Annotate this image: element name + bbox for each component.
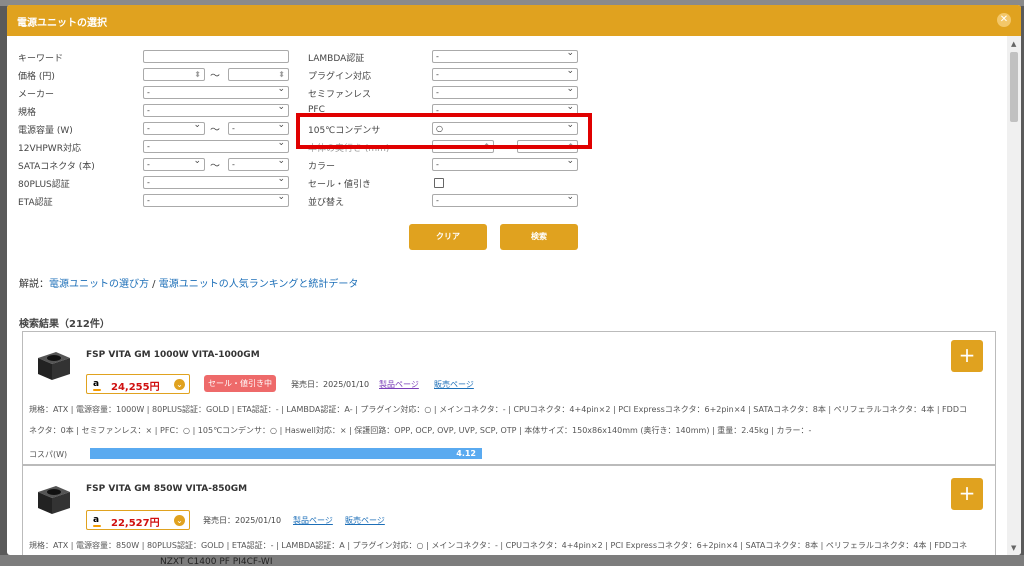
filter-label-sale: セール・値引き xyxy=(308,180,372,190)
explain-line: 解説：電源ユニットの選び方 / 電源ユニットの人気ランキングと統計データ xyxy=(19,275,358,290)
filter-label-standard: 規格 xyxy=(18,108,37,118)
capacity-min-select[interactable]: - xyxy=(143,120,205,135)
standard-select[interactable]: - xyxy=(143,102,289,117)
psu-select-dialog: 電源ユニットの選択 ✕ キーワード 価格 (円) ～ メーカー - 規格 - 電… xyxy=(7,5,1021,555)
background-product-name: NZXT C1400 PF PI4CF-WI xyxy=(160,557,273,566)
scroll-up-icon[interactable]: ▲ xyxy=(1011,40,1016,48)
cospa-bar: 4.12 xyxy=(90,448,482,459)
sata-max-select[interactable]: - xyxy=(228,156,289,171)
guide-link[interactable]: 電源ユニットの選び方 xyxy=(49,279,149,290)
cospa-label: コスパ(W) xyxy=(29,450,68,459)
dialog-titlebar: 電源ユニットの選択 ✕ xyxy=(7,5,1021,36)
results-count: 検索結果（212件） xyxy=(19,319,110,330)
shop-page-link[interactable]: 販売ページ xyxy=(345,515,385,526)
amazon-icon: a xyxy=(93,515,102,527)
filter-label-sort: 並び替え xyxy=(308,198,345,208)
shop-page-link[interactable]: 販売ページ xyxy=(434,379,474,390)
close-icon[interactable]: ✕ xyxy=(997,13,1011,27)
price-min-input[interactable] xyxy=(143,68,205,81)
filter-label-price: 価格 (円) xyxy=(18,72,55,82)
scroll-thumb[interactable] xyxy=(1010,52,1018,122)
clear-button[interactable]: クリア xyxy=(409,224,487,250)
product-price: 22,527円 xyxy=(111,518,160,529)
sale-checkbox[interactable] xyxy=(434,178,444,188)
filter-label-80plus: 80PLUS認証 xyxy=(18,180,70,190)
backdrop-bottom-strip: NZXT C1400 PF PI4CF-WI xyxy=(0,555,1024,566)
filter-label-semi-fanless: セミファンレス xyxy=(308,90,372,100)
product-name[interactable]: FSP VITA GM 1000W VITA-1000GM xyxy=(86,350,260,360)
capacity-max-select[interactable]: - xyxy=(228,120,289,135)
price-selector[interactable]: a 22,527円 ⌄ xyxy=(86,510,190,530)
sata-range-tilde: ～ xyxy=(210,161,220,172)
price-range-tilde: ～ xyxy=(210,71,220,82)
filter-label-12vhpwr: 12VHPWR対応 xyxy=(18,144,81,154)
80plus-select[interactable]: - xyxy=(143,174,289,189)
highlight-box xyxy=(296,113,592,149)
product-specs-line-2: ネクタ：0本 | セミファンレス：× | PFC：○ | 105℃コンデンサ：○… xyxy=(29,426,812,435)
sort-select[interactable]: - xyxy=(432,192,578,207)
keyword-input[interactable] xyxy=(143,50,289,63)
product-name[interactable]: FSP VITA GM 850W VITA-850GM xyxy=(86,484,247,494)
psu-product-image xyxy=(38,352,70,380)
search-button[interactable]: 検索 xyxy=(500,224,578,250)
product-page-link[interactable]: 製品ページ xyxy=(379,379,419,390)
semi-fanless-select[interactable]: - xyxy=(432,84,578,99)
filter-label-sata: SATAコネクタ (本) xyxy=(18,162,95,172)
filter-label-lambda: LAMBDA認証 xyxy=(308,54,365,64)
filter-label-keyword: キーワード xyxy=(18,54,64,64)
chevron-down-icon[interactable]: ⌄ xyxy=(174,379,185,390)
sata-min-select[interactable]: - xyxy=(143,156,205,171)
price-selector[interactable]: a 24,255円 ⌄ xyxy=(86,374,190,394)
add-button[interactable]: + xyxy=(951,478,983,510)
explain-separator: / xyxy=(149,279,159,290)
filter-label-capacity: 電源容量 (W) xyxy=(18,126,73,136)
amazon-icon: a xyxy=(93,379,102,391)
capacity-range-tilde: ～ xyxy=(210,125,220,136)
sale-badge: セール・値引き中 xyxy=(204,375,276,392)
dialog-scrollbar[interactable]: ▲ ▼ xyxy=(1007,36,1021,555)
add-button[interactable]: + xyxy=(951,340,983,372)
dialog-title: 電源ユニットの選択 xyxy=(17,18,107,29)
scroll-down-icon[interactable]: ▼ xyxy=(1011,544,1016,552)
filter-label-maker: メーカー xyxy=(18,90,55,100)
release-date: 発売日：2025/01/10 xyxy=(203,516,282,525)
price-max-input[interactable] xyxy=(228,68,289,81)
color-select[interactable]: - xyxy=(432,156,578,171)
product-page-link[interactable]: 製品ページ xyxy=(293,515,333,526)
filter-label-plugin: プラグイン対応 xyxy=(308,72,372,82)
product-card: FSP VITA GM 850W VITA-850GM a 22,527円 ⌄ … xyxy=(22,465,996,555)
chevron-down-icon[interactable]: ⌄ xyxy=(174,515,185,526)
maker-select[interactable]: - xyxy=(143,84,289,99)
product-specs-line-1: 規格：ATX | 電源容量：1000W | 80PLUS認証：GOLD | ET… xyxy=(29,405,967,414)
product-card: FSP VITA GM 1000W VITA-1000GM a 24,255円 … xyxy=(22,331,996,465)
lambda-select[interactable]: - xyxy=(432,48,578,63)
plugin-select[interactable]: - xyxy=(432,66,578,81)
explain-prefix: 解説： xyxy=(19,279,49,290)
ranking-link[interactable]: 電源ユニットの人気ランキングと統計データ xyxy=(159,279,359,290)
product-price: 24,255円 xyxy=(111,382,160,393)
cospa-value: 4.12 xyxy=(456,449,476,458)
filter-label-eta: ETA認証 xyxy=(18,198,53,208)
12vhpwr-select[interactable]: - xyxy=(143,138,289,153)
product-specs-line-1: 規格：ATX | 電源容量：850W | 80PLUS認証：GOLD | ETA… xyxy=(29,541,968,550)
psu-product-image xyxy=(38,486,70,514)
eta-select[interactable]: - xyxy=(143,192,289,207)
release-date: 発売日：2025/01/10 xyxy=(291,380,370,389)
filter-label-color: カラー xyxy=(308,162,336,172)
